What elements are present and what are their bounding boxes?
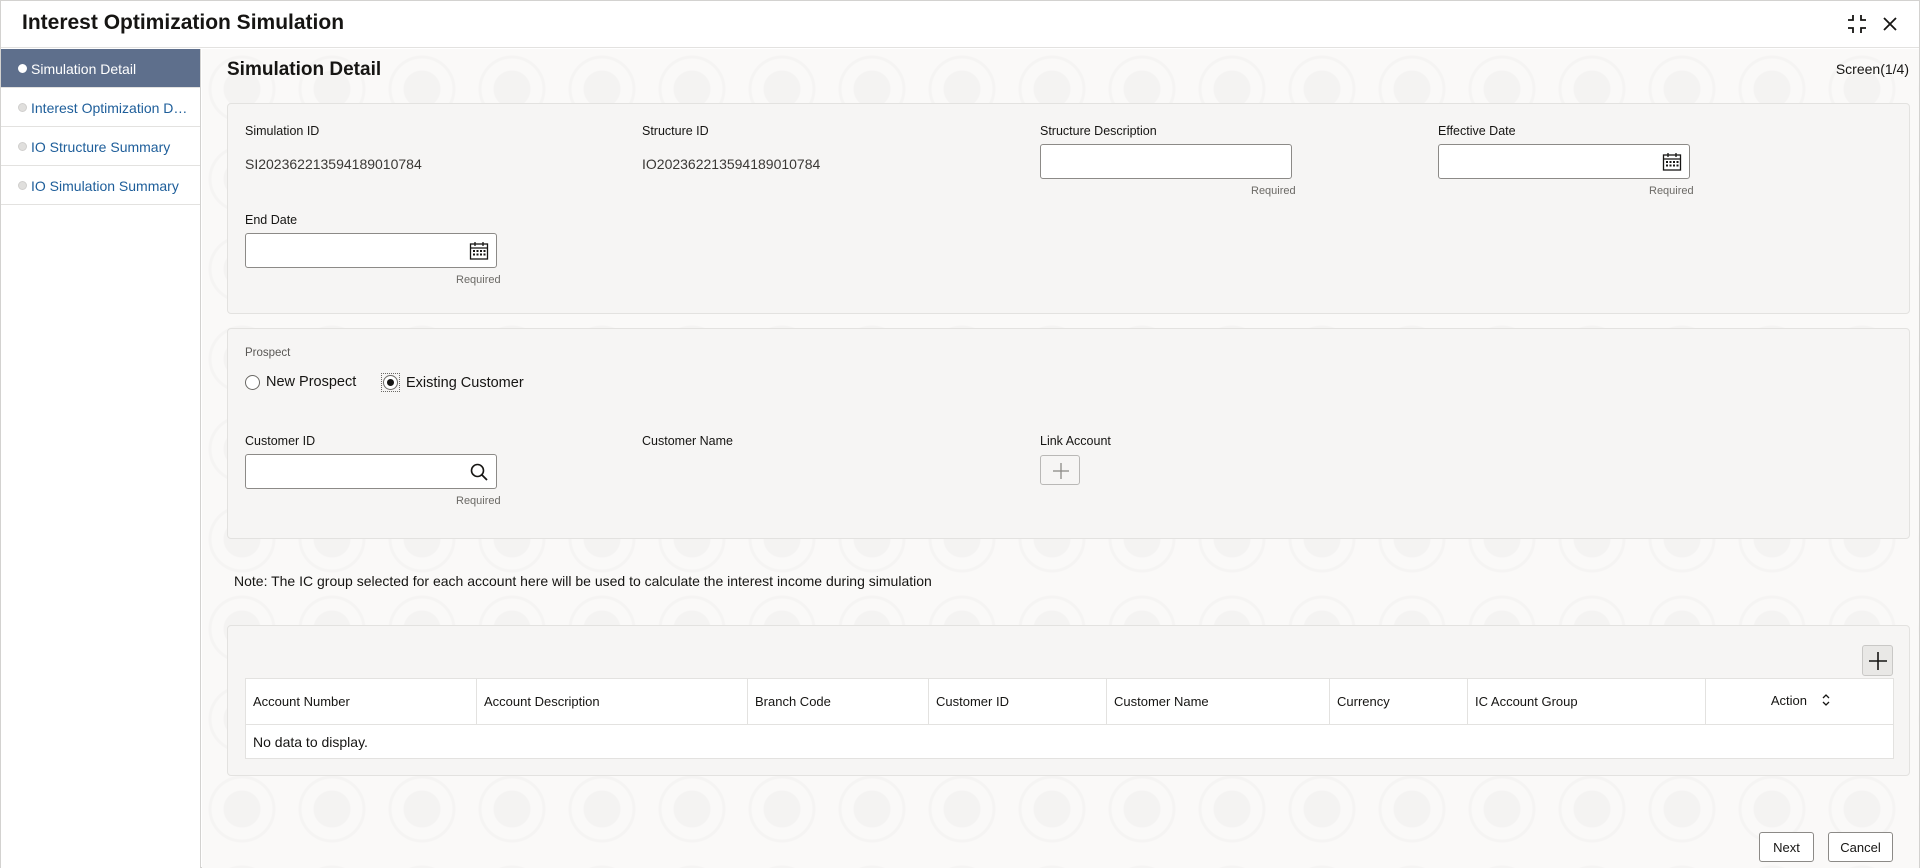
prospect-label: Prospect [245, 347, 291, 359]
radio-new-prospect[interactable]: New Prospect [245, 374, 356, 390]
close-icon[interactable] [1879, 13, 1901, 35]
column-header-action-label: Action [1770, 692, 1807, 708]
dialog-title: Interest Optimization Simulation [22, 11, 345, 34]
column-header-action[interactable]: Action [1705, 678, 1894, 725]
nav-item-label: Interest Optimization D… [31, 100, 188, 116]
minimize-icon[interactable] [1846, 13, 1868, 35]
accounts-grid-panel: Account Number Account Description Branc… [227, 625, 1910, 776]
add-account-button[interactable] [1862, 645, 1893, 676]
column-header-account-description[interactable]: Account Description [476, 678, 748, 725]
radio-selected-icon [383, 375, 398, 390]
structure-description-field[interactable] [1040, 144, 1292, 179]
column-header-currency[interactable]: Currency [1329, 678, 1468, 725]
required-hint: Required [1649, 185, 1694, 197]
next-button[interactable]: Next [1759, 832, 1814, 862]
table-header-row: Account Number Account Description Branc… [245, 678, 1894, 725]
plus-icon [1869, 652, 1887, 670]
simulation-dialog: Interest Optimization Simulation Simulat… [0, 0, 1920, 868]
required-hint: Required [456, 274, 501, 286]
main-content: Simulation Detail Screen(1/4) Simulation… [202, 49, 1919, 868]
end-date-label: End Date [245, 213, 298, 227]
focus-ring [381, 373, 400, 392]
search-icon[interactable] [468, 461, 490, 483]
step-dot-icon [18, 103, 27, 112]
customer-id-field[interactable] [245, 454, 497, 489]
nav-item-io-simulation-summary[interactable]: IO Simulation Summary [1, 166, 200, 205]
calendar-icon[interactable] [1661, 151, 1683, 173]
radio-label: Existing Customer [406, 374, 524, 391]
plus-icon [1053, 463, 1069, 479]
customer-id-label: Customer ID [245, 434, 316, 448]
structure-id-value: IO202362213594189010784 [642, 156, 821, 172]
step-dot-icon [18, 142, 27, 151]
nav-item-interest-optimization-detail[interactable]: Interest Optimization D… [1, 88, 200, 127]
nav-item-label: IO Simulation Summary [31, 178, 179, 194]
structure-description-label: Structure Description [1040, 124, 1157, 138]
effective-date-label: Effective Date [1438, 124, 1516, 138]
step-dot-icon [18, 181, 27, 190]
accounts-table: Account Number Account Description Branc… [245, 678, 1894, 759]
radio-label: New Prospect [266, 374, 357, 390]
link-account-label: Link Account [1040, 434, 1111, 448]
column-header-customer-name[interactable]: Customer Name [1106, 678, 1330, 725]
simulation-id-value: SI20236221359418901078​4 [245, 156, 422, 172]
step-dot-icon [18, 64, 27, 73]
sort-icon[interactable] [1821, 693, 1831, 710]
link-account-button[interactable] [1040, 455, 1080, 485]
empty-grid-message: No data to display. [245, 724, 1894, 759]
simulation-details-panel: Simulation ID SI20236221359418901078​4 S… [227, 103, 1910, 314]
screen-indicator: Screen(1/4) [1835, 61, 1909, 77]
radio-circle-icon [245, 374, 260, 390]
required-hint: Required [456, 495, 501, 507]
table-row: No data to display. [245, 724, 1894, 759]
prospect-panel: Prospect New Prospect Existing Customer … [227, 328, 1910, 539]
column-header-ic-account-group[interactable]: IC Account Group [1467, 678, 1706, 725]
nav-item-io-structure-summary[interactable]: IO Structure Summary [1, 127, 200, 166]
nav-item-label: IO Structure Summary [31, 139, 171, 155]
radio-existing-customer[interactable]: Existing Customer [381, 373, 524, 392]
customer-name-label: Customer Name [642, 434, 733, 448]
cancel-button[interactable]: Cancel [1828, 832, 1893, 862]
dialog-header: Interest Optimization Simulation [1, 1, 1919, 48]
page-title: Simulation Detail [227, 59, 382, 80]
nav-item-label: Simulation Detail [31, 61, 137, 77]
column-header-account-number[interactable]: Account Number [245, 678, 477, 725]
end-date-field[interactable] [245, 233, 497, 268]
step-navigation: Simulation Detail Interest Optimization … [1, 49, 201, 868]
structure-id-label: Structure ID [642, 124, 709, 138]
effective-date-field[interactable] [1438, 144, 1690, 179]
calendar-icon[interactable] [468, 240, 490, 262]
required-hint: Required [1251, 185, 1296, 197]
simulation-id-label: Simulation ID [245, 124, 320, 138]
column-header-branch-code[interactable]: Branch Code [747, 678, 929, 725]
column-header-customer-id[interactable]: Customer ID [928, 678, 1107, 725]
nav-item-simulation-detail[interactable]: Simulation Detail [1, 49, 200, 88]
ic-group-note: Note: The IC group selected for each acc… [234, 573, 932, 589]
